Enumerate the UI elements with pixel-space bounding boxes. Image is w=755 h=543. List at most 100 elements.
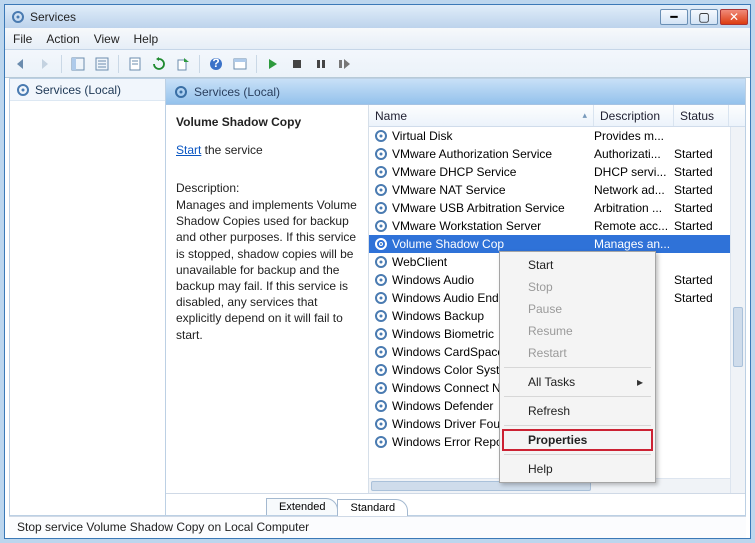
service-icon: [373, 327, 388, 342]
service-name: VMware DHCP Service: [392, 165, 516, 179]
tree-item-label: Services (Local): [35, 83, 121, 97]
service-row[interactable]: VMware DHCP ServiceDHCP servi...Started: [369, 163, 745, 181]
service-row[interactable]: VMware Authorization ServiceAuthorizati.…: [369, 145, 745, 163]
show-hide-tree-button[interactable]: [68, 54, 88, 74]
service-name: Windows Color Syst: [392, 363, 499, 377]
service-description: Network ad...: [594, 183, 674, 197]
service-status: Started: [674, 165, 729, 179]
submenu-arrow-icon: ▸: [637, 375, 643, 389]
service-icon: [373, 165, 388, 180]
pane-header: Services (Local): [166, 79, 745, 105]
service-icon: [373, 273, 388, 288]
tab-standard[interactable]: Standard: [337, 499, 408, 516]
refresh-button[interactable]: [149, 54, 169, 74]
ctx-pause: Pause: [502, 298, 653, 320]
context-menu: Start Stop Pause Resume Restart All Task…: [499, 251, 656, 483]
service-status: Started: [674, 147, 729, 161]
forward-button[interactable]: [35, 54, 55, 74]
pane-header-label: Services (Local): [194, 85, 280, 99]
service-description: Provides m...: [594, 129, 674, 143]
column-name[interactable]: Name▴: [369, 105, 594, 126]
titlebar: Services ━ ▢ ✕: [5, 5, 750, 28]
separator: [199, 55, 200, 73]
list-button[interactable]: [92, 54, 112, 74]
service-row[interactable]: Virtual DiskProvides m...: [369, 127, 745, 145]
services-icon: [16, 83, 30, 97]
maximize-button[interactable]: ▢: [690, 9, 718, 25]
ctx-all-tasks[interactable]: All Tasks▸: [502, 371, 653, 393]
service-row[interactable]: VMware Workstation ServerRemote acc...St…: [369, 217, 745, 235]
minimize-button[interactable]: ━: [660, 9, 688, 25]
stop-service-button[interactable]: [287, 54, 307, 74]
view-tabs: Extended Standard: [166, 493, 745, 515]
service-name: VMware Authorization Service: [392, 147, 552, 161]
column-headers: Name▴ Description Status: [369, 105, 745, 127]
ctx-start[interactable]: Start: [502, 254, 653, 276]
column-description[interactable]: Description: [594, 105, 674, 126]
ctx-help[interactable]: Help: [502, 458, 653, 480]
console-button[interactable]: [230, 54, 250, 74]
service-name: Windows Backup: [392, 309, 484, 323]
service-icon: [373, 129, 388, 144]
back-button[interactable]: [11, 54, 31, 74]
ctx-refresh[interactable]: Refresh: [502, 400, 653, 422]
right-pane: Services (Local) Volume Shadow Copy Star…: [166, 79, 745, 515]
service-row[interactable]: VMware NAT Service Network ad...Started: [369, 181, 745, 199]
properties-button[interactable]: [125, 54, 145, 74]
tree-pane: Services (Local): [10, 79, 166, 515]
start-service-link[interactable]: Start: [176, 143, 201, 157]
service-icon: [373, 363, 388, 378]
restart-service-button[interactable]: [335, 54, 355, 74]
help-button[interactable]: ?: [206, 54, 226, 74]
tab-extended[interactable]: Extended: [266, 498, 338, 515]
description-text: Manages and implements Volume Shadow Cop…: [176, 197, 358, 343]
description-heading: Description:: [176, 181, 358, 195]
vertical-scrollbar[interactable]: [730, 127, 745, 493]
service-status: Started: [674, 201, 729, 215]
service-icon: [373, 219, 388, 234]
service-status: Started: [674, 183, 729, 197]
service-name: WebClient: [392, 255, 447, 269]
separator: [504, 454, 651, 455]
service-icon: [373, 417, 388, 432]
service-icon: [373, 435, 388, 450]
sort-indicator-icon: ▴: [582, 110, 587, 121]
pause-service-button[interactable]: [311, 54, 331, 74]
service-name: VMware USB Arbitration Service: [392, 201, 565, 215]
start-service-button[interactable]: [263, 54, 283, 74]
ctx-stop: Stop: [502, 276, 653, 298]
menu-view[interactable]: View: [94, 32, 120, 46]
menu-help[interactable]: Help: [134, 32, 159, 46]
service-icon: [373, 237, 388, 252]
separator: [504, 425, 651, 426]
service-icon: [373, 255, 388, 270]
start-suffix: the service: [201, 143, 262, 157]
service-icon: [373, 201, 388, 216]
ctx-properties[interactable]: Properties: [502, 429, 653, 451]
detail-pane: Volume Shadow Copy Start the service Des…: [166, 105, 368, 493]
separator: [118, 55, 119, 73]
service-name: Windows Driver Fou: [392, 417, 500, 431]
service-icon: [373, 147, 388, 162]
services-icon: [174, 85, 188, 99]
toolbar: ?: [5, 50, 750, 78]
service-row[interactable]: VMware USB Arbitration ServiceArbitratio…: [369, 199, 745, 217]
status-bar: Stop service Volume Shadow Copy on Local…: [9, 516, 746, 538]
export-button[interactable]: [173, 54, 193, 74]
service-name: VMware NAT Service: [392, 183, 506, 197]
service-name: Windows Biometric: [392, 327, 494, 341]
menu-action[interactable]: Action: [46, 32, 79, 46]
column-status[interactable]: Status: [674, 105, 729, 126]
window-title: Services: [30, 10, 660, 24]
service-status: Started: [674, 273, 729, 287]
service-name: Windows Error Repo: [392, 435, 503, 449]
menu-bar: File Action View Help: [5, 28, 750, 50]
tree-item-services-local[interactable]: Services (Local): [10, 79, 165, 101]
client-area: Services (Local) Services (Local) Volume…: [9, 78, 746, 516]
service-icon: [373, 345, 388, 360]
close-button[interactable]: ✕: [720, 9, 748, 25]
services-window: Services ━ ▢ ✕ File Action View Help ?: [4, 4, 751, 539]
selected-service-title: Volume Shadow Copy: [176, 115, 358, 129]
service-icon: [373, 381, 388, 396]
menu-file[interactable]: File: [13, 32, 32, 46]
